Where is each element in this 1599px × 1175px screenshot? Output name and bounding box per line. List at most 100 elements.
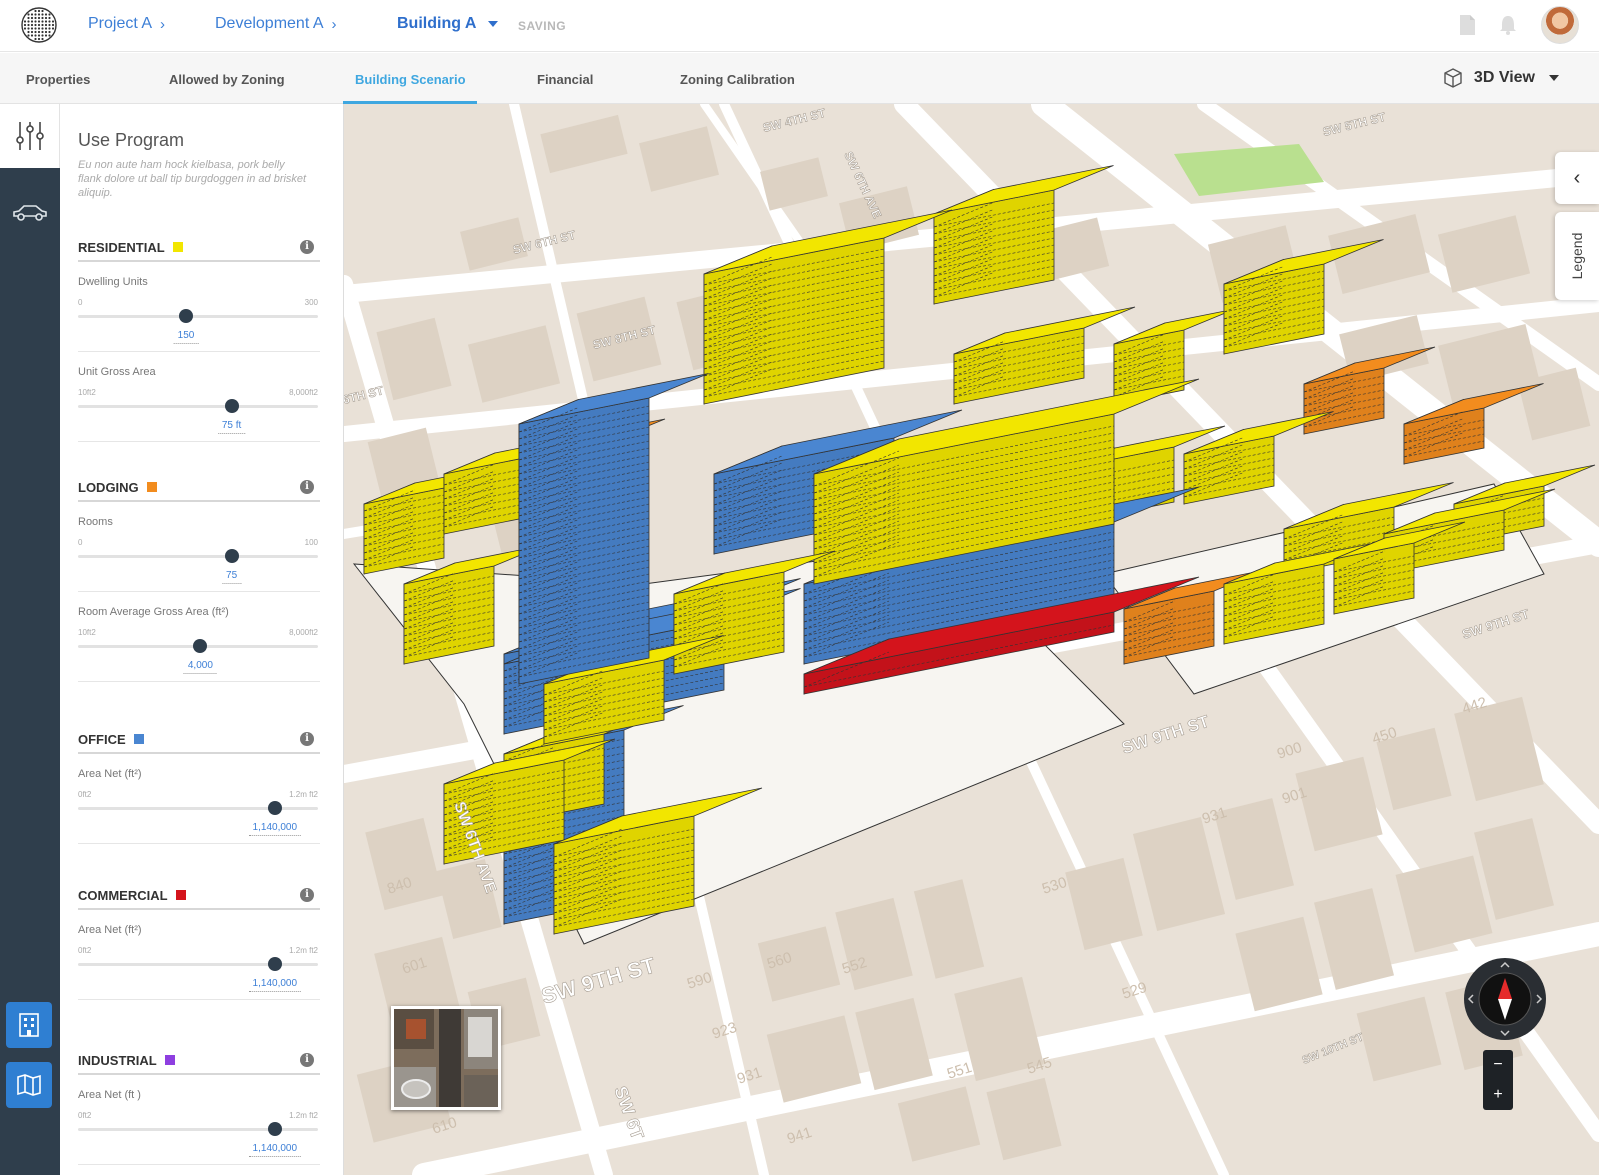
slider-thumb[interactable]	[179, 309, 193, 323]
slider-track[interactable]	[78, 315, 318, 318]
breadcrumb-building-dropdown[interactable]: Building A	[397, 15, 499, 33]
map-canvas[interactable]: SW 9TH STSW 9TH STSW 6TH AVESW 5TH STSW …	[344, 104, 1599, 1175]
slider-thumb[interactable]	[267, 957, 282, 971]
section-header: COMMERCIAL i	[78, 882, 320, 910]
zoom-out-button[interactable]: −	[1483, 1050, 1513, 1080]
collapse-panel-button[interactable]: ‹	[1555, 152, 1599, 204]
chevron-left-icon: ‹	[1573, 166, 1581, 189]
slider-thumb[interactable]	[224, 549, 239, 563]
car-icon[interactable]	[11, 202, 49, 222]
info-icon[interactable]: i	[300, 240, 314, 254]
slider-thumb[interactable]	[224, 399, 239, 413]
section-title: LODGING	[78, 479, 139, 495]
panel-title: Use Program	[78, 130, 185, 150]
tab-zoning-calibration[interactable]: Zoning Calibration	[680, 72, 795, 87]
compass-control[interactable]	[1464, 958, 1546, 1040]
lot-footprint	[1356, 996, 1442, 1082]
building-front-face[interactable]	[1183, 435, 1275, 505]
slider-label: Room Average Gross Area (ft²)	[78, 606, 229, 618]
tab-properties[interactable]: Properties	[26, 72, 90, 87]
slider-value[interactable]: 75 ft	[217, 420, 246, 434]
slider-thumb[interactable]	[193, 639, 208, 653]
slider-value[interactable]: 1,140,000	[248, 978, 302, 992]
color-swatch	[175, 890, 186, 900]
slider-value[interactable]: 150	[173, 330, 199, 344]
tab-financial[interactable]: Financial	[537, 72, 593, 87]
legend-toggle[interactable]: Legend	[1555, 212, 1599, 300]
lot-footprint	[365, 817, 443, 911]
slider-max-label: 1.2m ft2	[289, 946, 318, 955]
slider-label: Rooms	[78, 516, 113, 528]
app-window: Project A › Development A › Building A S…	[0, 0, 1599, 1175]
info-icon[interactable]: i	[300, 732, 314, 746]
slider-track[interactable]	[78, 807, 318, 810]
breadcrumb-building-label: Building A	[397, 15, 477, 32]
slider-value[interactable]: 1,140,000	[248, 1143, 302, 1157]
info-icon[interactable]: i	[300, 480, 314, 494]
saving-status: SAVING	[518, 19, 567, 33]
slider-track[interactable]	[78, 1128, 318, 1131]
slider-track[interactable]	[78, 963, 318, 966]
slider-label: Unit Gross Area	[78, 366, 156, 378]
slider-label: Area Net (ft )	[78, 1089, 141, 1101]
document-icon[interactable]	[1456, 14, 1478, 36]
tab-allowed-by-zoning[interactable]: Allowed by Zoning	[169, 72, 285, 87]
zoom-controls: − +	[1483, 1050, 1513, 1110]
breadcrumb-development[interactable]: Development A ›	[215, 15, 337, 33]
slider-max-label: 100	[304, 538, 318, 547]
breadcrumb-project[interactable]: Project A ›	[88, 15, 165, 33]
building-icon	[19, 1013, 39, 1037]
slider-track[interactable]	[78, 405, 318, 408]
slider-value[interactable]: 4,000	[183, 660, 217, 674]
lot-footprint	[913, 879, 985, 979]
top-header: Project A › Development A › Building A S…	[0, 0, 1599, 52]
view-mode-dropdown[interactable]: 3D View	[1442, 67, 1559, 89]
building-view-button[interactable]	[6, 1002, 52, 1048]
park-area	[1174, 144, 1324, 196]
lot-number: 900	[1275, 739, 1304, 763]
slider-area-net-ft: Area Net (ft²) 0ft2 1.2m ft2 1,140,000	[78, 754, 320, 844]
lot-footprint	[467, 325, 561, 403]
lot-footprint	[986, 1077, 1062, 1161]
lot-footprint	[897, 1086, 981, 1162]
map-3d-view[interactable]: SW 9TH ST SW 9TH ST SW 6TH AVE SW 5TH ST SW …	[344, 104, 1599, 1175]
chevron-right-icon: ›	[160, 15, 166, 33]
slider-value[interactable]: 75	[222, 570, 242, 584]
slider-max-label: 300	[304, 298, 318, 307]
section-title: COMMERCIAL	[78, 887, 168, 903]
satellite-minimap[interactable]	[391, 1006, 501, 1110]
slider-track[interactable]	[78, 555, 318, 558]
map-view-button[interactable]	[6, 1062, 52, 1108]
user-avatar[interactable]	[1541, 6, 1579, 44]
color-swatch	[164, 1055, 175, 1065]
tab-building-scenario[interactable]: Building Scenario	[355, 72, 466, 87]
section-commercial: COMMERCIAL i Area Net (ft²) 0ft2 1.2m ft2 1,1…	[78, 882, 320, 1000]
section-title: OFFICE	[78, 731, 126, 747]
slider-max-label: 1.2m ft2	[289, 790, 318, 799]
caret-down-icon	[1549, 75, 1559, 81]
slider-thumb[interactable]	[267, 801, 282, 815]
slider-min-label: 0ft2	[78, 790, 92, 799]
slider-value[interactable]: 1,140,000	[248, 822, 302, 836]
slider-area-net-ft: Area Net (ft ) 0ft2 1.2m ft2 1,140,000	[78, 1075, 320, 1165]
info-icon[interactable]: i	[300, 1053, 314, 1067]
slider-max-label: 1.2m ft2	[289, 1111, 318, 1120]
slider-label: Area Net (ft²)	[78, 768, 142, 780]
lot-footprint	[1065, 857, 1143, 951]
lot-footprint	[1314, 888, 1394, 990]
zoom-in-button[interactable]: +	[1483, 1080, 1513, 1110]
lot-number: 590	[685, 969, 714, 993]
info-icon[interactable]: i	[300, 888, 314, 902]
filters-button[interactable]	[0, 104, 60, 168]
legend-label: Legend	[1569, 232, 1585, 280]
globe-logo-icon[interactable]	[20, 6, 58, 44]
slider-min-label: 10ft2	[78, 628, 96, 637]
section-residential: RESIDENTIAL i Dwelling Units 0 300 150 Unit Gr…	[78, 234, 320, 442]
street-label: SW 9TH ST	[1460, 606, 1531, 642]
street-label: SW 5TH ST	[1321, 110, 1387, 139]
bell-icon[interactable]	[1497, 14, 1519, 36]
slider-min-label: 10ft2	[78, 388, 96, 397]
slider-thumb[interactable]	[267, 1122, 282, 1136]
section-header: INDUSTRIAL i	[78, 1047, 320, 1075]
section-industrial: INDUSTRIAL i Area Net (ft ) 0ft2 1.2m ft2 1,1…	[78, 1047, 320, 1165]
